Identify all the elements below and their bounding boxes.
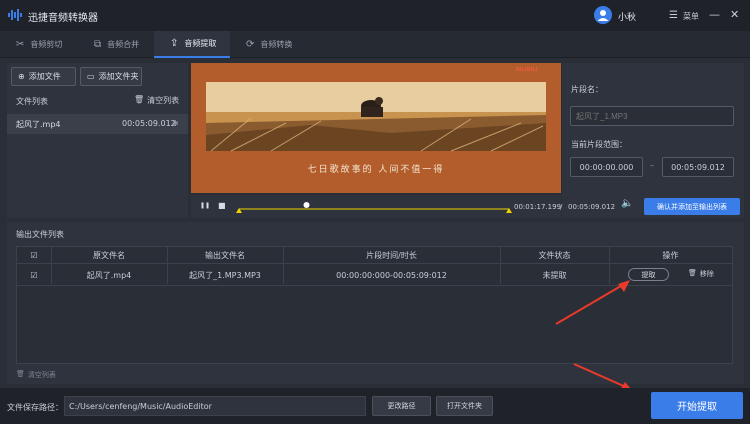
add-file-button[interactable]: ⊕ 添加文件 (11, 67, 76, 86)
clip-name-label: 片段名： (571, 85, 603, 94)
merge-icon: ⧉ (94, 39, 102, 50)
output-list-title: 输出文件列表 (16, 230, 64, 239)
save-path-label: 文件保存路径： (7, 403, 63, 412)
video-watermark: BILIBILI (516, 67, 538, 73)
time-separator: / (560, 203, 563, 211)
add-folder-button[interactable]: ▭ 添加文件夹 (80, 67, 142, 86)
col-status: 文件状态 (538, 251, 571, 260)
extract-icon: ⇪ (170, 38, 179, 49)
remove-label: 移除 (699, 270, 714, 278)
clip-start-input[interactable]: 00:00:00.000 (570, 157, 643, 177)
row-time: 00:00:00:000-00:05:09:012 (336, 271, 447, 280)
clear-list-label: 清空列表 (147, 96, 180, 105)
column-divider (500, 247, 501, 284)
remove-row-button[interactable]: 🗑 移除 (688, 269, 714, 279)
tab-audio-cut[interactable]: ✂ 音频剪切 (0, 31, 78, 58)
minimize-icon[interactable]: — (709, 8, 720, 21)
scissors-icon: ✂ (16, 39, 25, 50)
current-time: 00:01:17.199 (514, 203, 562, 211)
trash-icon: 🗑 (688, 269, 697, 277)
tab-label: 音频转换 (260, 40, 293, 49)
clip-name-input[interactable] (570, 106, 734, 126)
app-title: 迅捷音频转换器 (28, 13, 98, 24)
clear-output-label: 清空列表 (27, 371, 56, 379)
hamburger-menu-icon[interactable]: ☰ (669, 10, 678, 21)
audio-wave-icon (8, 9, 22, 21)
tab-audio-extract[interactable]: ⇪ 音频提取 (154, 31, 230, 58)
row-checkbox[interactable]: ☑ (17, 267, 51, 284)
trash-icon: 🗑 (134, 95, 145, 104)
col-output: 输出文件名 (205, 251, 245, 260)
add-file-label: 添加文件 (28, 72, 61, 81)
file-panel (7, 63, 188, 218)
clear-list-button[interactable]: 🗑 清空列表 (134, 95, 179, 106)
plus-circle-icon: ⊕ (18, 72, 25, 81)
confirm-add-output-button[interactable]: 确认并添加至输出列表 (644, 198, 740, 215)
clip-range-label: 当前片段范围： (571, 140, 627, 149)
tab-audio-merge[interactable]: ⧉ 音频合并 (78, 31, 154, 58)
file-list-label: 文件列表 (16, 97, 48, 106)
total-time: 00:05:09.012 (568, 203, 616, 211)
change-path-button[interactable]: 更改路径 (372, 396, 431, 416)
file-name: 起风了.mp4 (16, 120, 61, 129)
user-name[interactable]: 小秋 (618, 10, 636, 23)
open-folder-button[interactable]: 打开文件夹 (436, 396, 493, 416)
volume-icon[interactable]: 🔈 (621, 198, 633, 209)
clear-output-button[interactable]: 🗑 清空列表 (16, 370, 56, 380)
start-extract-button[interactable]: 开始提取 (651, 392, 743, 419)
trash-icon: 🗑 (16, 370, 25, 378)
tab-audio-convert[interactable]: ⟳ 音频转换 (230, 31, 308, 58)
annotation-arrow (555, 280, 630, 325)
tab-label: 音频合并 (107, 40, 140, 49)
save-path-field[interactable]: C:/Users/cenfeng/Music/AudioEditor (64, 396, 366, 416)
avatar[interactable] (594, 6, 612, 24)
clip-end-input[interactable]: 00:05:09.012 (662, 157, 734, 177)
close-icon[interactable]: ✕ (730, 8, 739, 21)
range-dash: – (650, 161, 654, 170)
file-duration: 00:05:09.012 (122, 119, 176, 128)
tab-label: 音频提取 (184, 39, 217, 48)
row-output: 起风了_1.MP3.MP3 (189, 271, 261, 280)
row-source: 起风了.mp4 (86, 271, 132, 280)
progress-thumb[interactable] (303, 202, 310, 208)
column-divider (167, 247, 168, 284)
col-time: 片段时间/时长 (366, 251, 417, 260)
column-divider (51, 247, 52, 284)
convert-icon: ⟳ (246, 39, 255, 50)
add-folder-label: 添加文件夹 (98, 72, 139, 81)
stop-icon[interactable]: ■ (218, 201, 226, 210)
menu-label[interactable]: 菜单 (683, 11, 699, 22)
pause-icon[interactable]: ❚❚ (200, 202, 210, 209)
tab-label: 音频剪切 (30, 40, 63, 49)
col-source: 原文件名 (93, 251, 125, 260)
player-controls: ❚❚ ■ 00:01:17.199 / 00:05:09.012 (191, 195, 615, 218)
title-bar (0, 0, 750, 31)
video-caption: 七日歌故事的 人间不值一得 (307, 165, 445, 175)
column-divider (283, 247, 284, 284)
user-icon (597, 10, 609, 21)
col-actions: 操作 (662, 251, 679, 260)
remove-file-icon[interactable]: ✱ (172, 119, 179, 128)
folder-icon: ▭ (87, 72, 95, 81)
select-all-checkbox[interactable]: ☑ (17, 247, 51, 264)
file-list-item[interactable]: 起风了.mp4 00:05:09.012 ✱ (7, 114, 188, 134)
file-list-header: 文件列表 🗑 清空列表 (7, 91, 188, 111)
progress-slider[interactable] (235, 199, 513, 214)
video-preview: BILIBILI 七日歌故事的 人间不值一得 (191, 63, 561, 193)
